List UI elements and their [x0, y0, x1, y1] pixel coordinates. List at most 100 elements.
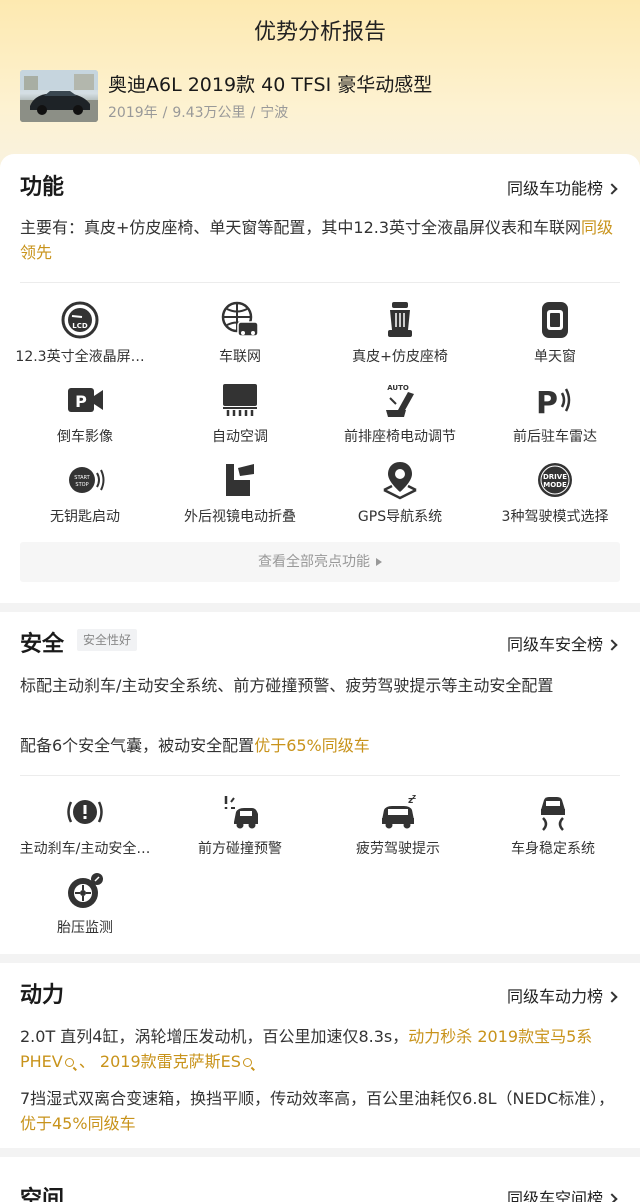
feature-leather-seat[interactable]: 真皮+仿皮座椅	[320, 300, 480, 372]
lcd-icon-text: LCD	[72, 322, 88, 330]
meta-separator: /	[162, 105, 168, 121]
function-summary-text: 主要有：真皮+仿皮座椅、单天窗等配置，其中12.3英寸全液晶屏仪表和车联网	[20, 218, 582, 237]
gps-icon	[383, 462, 417, 500]
function-title: 功能	[20, 175, 65, 200]
feature-label: 前排座椅电动调节	[344, 429, 456, 445]
function-rank-link[interactable]: 同级车功能榜	[506, 175, 618, 199]
power-seat-icon: AUTO	[386, 384, 414, 417]
tire-pressure-icon	[68, 873, 103, 908]
feature-stability-control[interactable]: 车身稳定系统	[473, 792, 633, 864]
search-icon[interactable]	[242, 1058, 252, 1067]
feature-power-seat[interactable]: AUTO 前排座椅电动调节	[320, 380, 480, 452]
feature-label: 主动刹车/主动安全…	[19, 841, 151, 857]
feature-label: 前后驻车雷达	[513, 429, 597, 445]
feature-label: 车身稳定系统	[511, 841, 595, 857]
connected-car-icon	[221, 301, 259, 337]
safety-title: 安全	[20, 632, 65, 657]
feature-active-brake[interactable]: 主动刹车/主动安全…	[5, 792, 165, 864]
car-thumbnail[interactable]	[20, 70, 98, 122]
car-year: 2019年	[108, 105, 158, 121]
feature-gps[interactable]: GPS导航系统	[320, 460, 480, 532]
power-line1-text: 2.0T 直列4缸，涡轮增压发动机，百公里加速仅8.3s，	[20, 1027, 409, 1046]
page-title: 优势分析报告	[253, 20, 386, 45]
chevron-right-icon	[606, 639, 618, 651]
feature-reverse-camera[interactable]: P 倒车影像	[5, 380, 165, 452]
feature-mirror-fold[interactable]: 外后视镜电动折叠	[160, 460, 320, 532]
mode-icon-text: MODE	[543, 481, 567, 489]
feature-label: 自动空调	[212, 429, 268, 445]
feature-label: GPS导航系统	[357, 509, 443, 525]
feature-keyless-start[interactable]: START STOP 无钥匙启动	[5, 460, 165, 532]
divider	[20, 775, 620, 776]
divider	[20, 282, 620, 283]
feature-label: 单天窗	[534, 349, 576, 365]
feature-label: 车联网	[219, 349, 261, 365]
feature-connected[interactable]: 车联网	[160, 300, 320, 372]
power-line1: 2.0T 直列4缸，涡轮增压发动机，百公里加速仅8.3s，动力秒杀 2019款宝…	[20, 1024, 620, 1074]
sunroof-icon	[542, 302, 568, 338]
power-line2-text: 7挡湿式双离合变速箱，换挡平顺，传动效率高，百公里油耗仅6.8L（NEDC标准）…	[20, 1089, 615, 1108]
lcd-gauge-icon: LCD	[61, 301, 99, 339]
power-line2-highlight: 优于45%同级车	[20, 1114, 136, 1133]
feature-sunroof[interactable]: 单天窗	[475, 300, 635, 372]
search-icon[interactable]	[64, 1058, 74, 1067]
competitor-link-lexus[interactable]: 2019款雷克萨斯ES	[100, 1052, 241, 1071]
car-mileage: 9.43万公里	[172, 105, 246, 121]
svg-text:P: P	[536, 386, 558, 420]
power-card: 动力 同级车动力榜 2.0T 直列4缸，涡轮增压发动机，百公里加速仅8.3s，动…	[0, 963, 640, 1148]
reverse-camera-icon: P	[68, 388, 103, 412]
drive-mode-icon: DRIVE MODE	[538, 463, 572, 497]
drive-icon-text: DRIVE	[543, 473, 567, 481]
safety-rank-link[interactable]: 同级车安全榜	[506, 631, 618, 655]
stability-control-icon	[541, 797, 565, 831]
safety-badge: 安全性好	[77, 629, 138, 651]
chevron-right-icon	[606, 1193, 618, 1202]
car-city: 宁波	[260, 105, 289, 121]
function-card: 功能 同级车功能榜 主要有：真皮+仿皮座椅、单天窗等配置，其中12.3英寸全液晶…	[0, 154, 640, 603]
view-all-features-button[interactable]: 查看全部亮点功能	[20, 542, 620, 582]
feature-label: 12.3英寸全液晶屏…	[15, 349, 145, 365]
space-card: 空间 同级车空间榜	[0, 1157, 640, 1202]
space-rank-link[interactable]: 同级车空间榜	[506, 1185, 618, 1202]
space-title: 空间	[20, 1187, 65, 1202]
safety-rank-label: 同级车安全榜	[506, 635, 603, 654]
power-rank-link[interactable]: 同级车动力榜	[506, 983, 618, 1007]
car-name: 奥迪A6L 2019款 40 TFSI 豪华动感型	[108, 74, 433, 96]
start-icon-text: START	[74, 475, 90, 481]
auto-ac-icon	[223, 384, 257, 416]
meta-separator: /	[250, 105, 256, 121]
svg-text:z: z	[412, 793, 416, 801]
feature-parking-radar[interactable]: P 前后驻车雷达	[475, 380, 635, 452]
space-rank-label: 同级车空间榜	[506, 1189, 603, 1202]
power-title: 动力	[20, 983, 65, 1008]
auto-icon-text: AUTO	[387, 384, 409, 392]
keyless-start-icon: START STOP	[69, 467, 105, 493]
feature-tire-pressure[interactable]: 胎压监测	[5, 871, 165, 943]
view-all-label: 查看全部亮点功能	[258, 554, 370, 570]
link-separator: 、	[73, 1052, 100, 1071]
leather-seat-icon	[388, 302, 412, 337]
feature-lcd-dashboard[interactable]: LCD 12.3英寸全液晶屏…	[0, 300, 160, 372]
power-rank-label: 同级车动力榜	[506, 987, 603, 1006]
feature-drive-mode[interactable]: DRIVE MODE 3种驾驶模式选择	[475, 460, 635, 532]
safety-card: 安全 安全性好 同级车安全榜 标配主动刹车/主动安全系统、前方碰撞预警、疲劳驾驶…	[0, 612, 640, 954]
feature-label: 胎压监测	[57, 920, 113, 936]
feature-label: 无钥匙启动	[50, 509, 120, 525]
fatigue-alert-icon: z z	[382, 793, 416, 829]
car-meta: 2019年/9.43万公里 / 宁波	[108, 102, 288, 122]
feature-label: 前方碰撞预警	[198, 841, 282, 857]
svg-text:P: P	[75, 392, 87, 411]
function-summary: 主要有：真皮+仿皮座椅、单天窗等配置，其中12.3英寸全液晶屏仪表和车联网同级领…	[20, 215, 620, 265]
active-brake-icon	[67, 800, 103, 824]
mirror-fold-icon	[226, 464, 254, 496]
feature-fatigue-alert[interactable]: z z 疲劳驾驶提示	[318, 792, 478, 864]
triangle-right-icon	[376, 558, 382, 566]
feature-label: 真皮+仿皮座椅	[352, 349, 448, 365]
chevron-right-icon	[606, 183, 618, 195]
safety-line1: 标配主动刹车/主动安全系统、前方碰撞预警、疲劳驾驶提示等主动安全配置	[20, 676, 554, 695]
collision-warning-icon	[224, 796, 258, 829]
safety-line2-text: 配备6个安全气囊，被动安全配置	[20, 736, 255, 755]
feature-auto-ac[interactable]: 自动空调	[160, 380, 320, 452]
function-rank-label: 同级车功能榜	[506, 179, 603, 198]
feature-collision-warning[interactable]: 前方碰撞预警	[160, 792, 320, 864]
